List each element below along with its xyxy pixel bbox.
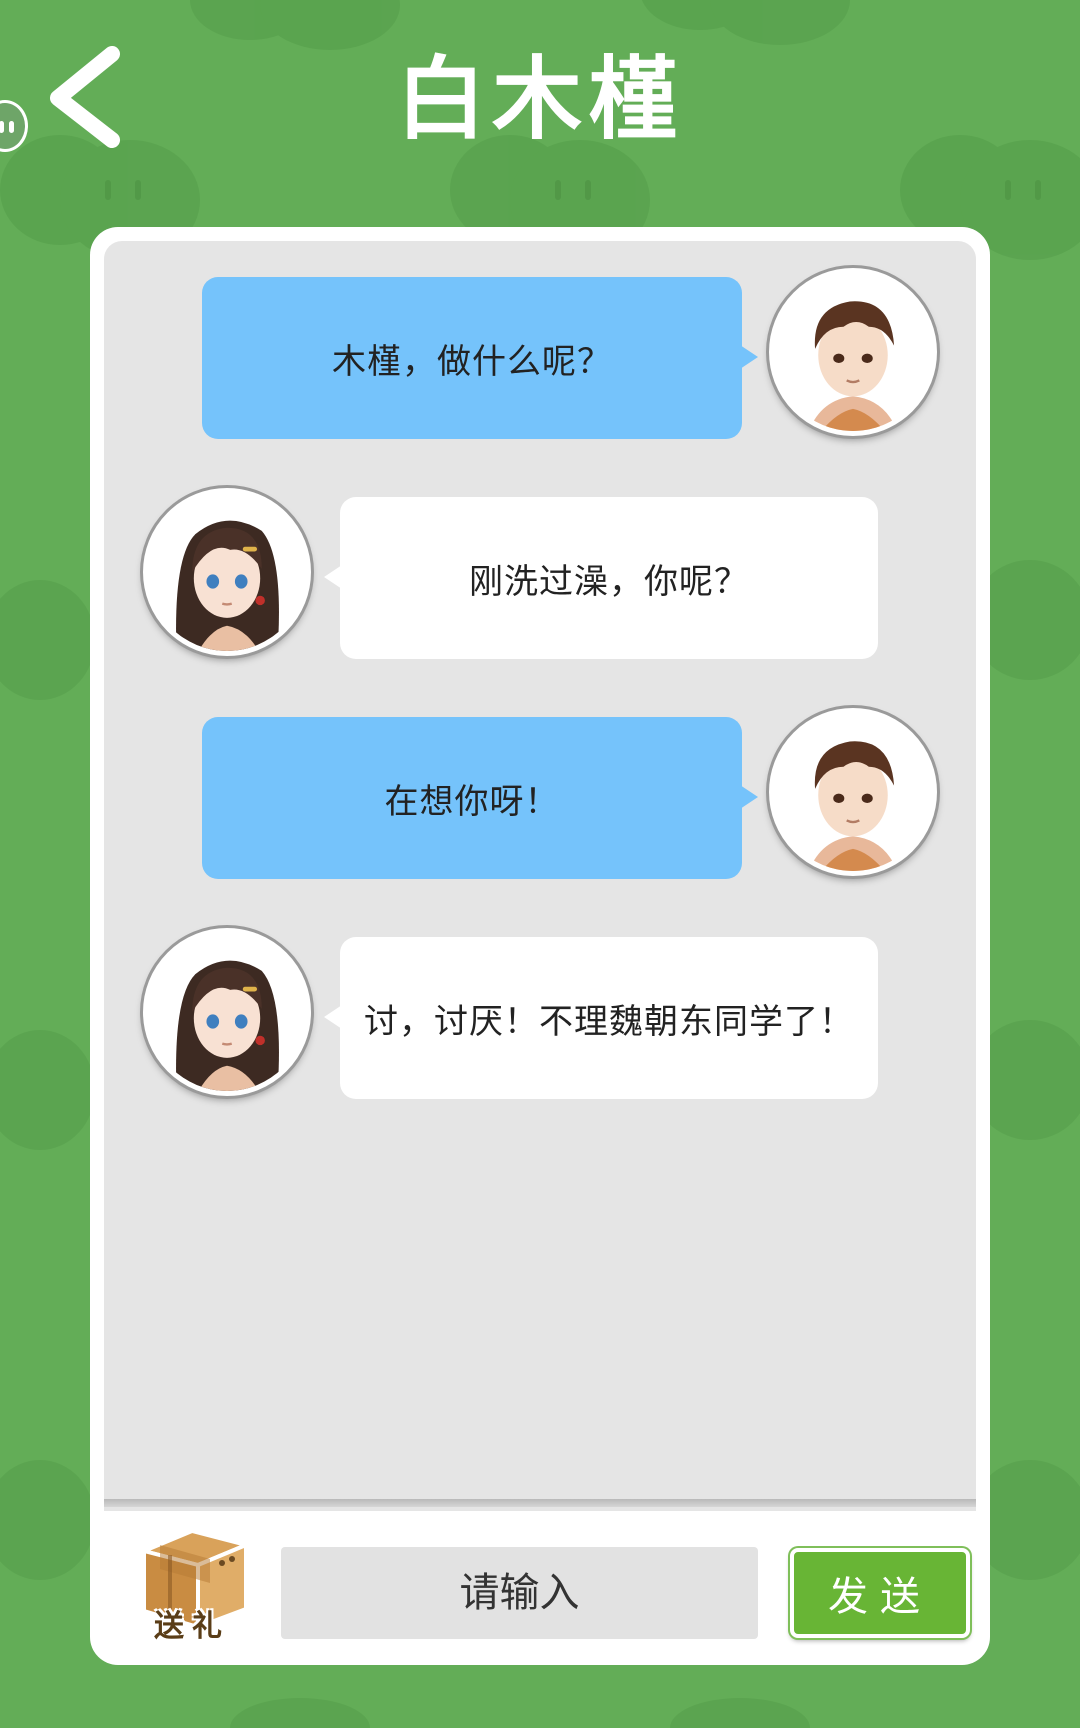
girl-avatar-icon — [148, 493, 306, 651]
message-bubble-incoming: 讨，讨厌！不理魏朝东同学了！ — [324, 937, 878, 1099]
girl-avatar-icon — [148, 933, 306, 1091]
gift-button[interactable]: 送礼 — [130, 1523, 254, 1647]
message-bubble-outgoing: 木槿，做什么呢？ — [202, 277, 758, 439]
message-text: 木槿，做什么呢？ — [332, 341, 612, 382]
divider — [104, 1499, 976, 1507]
avatar-boy[interactable] — [769, 268, 937, 436]
message-text: 刚洗过澡，你呢？ — [469, 561, 749, 602]
boy-avatar-icon — [774, 273, 932, 431]
send-button-label: 发送 — [828, 1574, 932, 1620]
message-bubble-outgoing: 在想你呀！ — [202, 717, 758, 879]
avatar-girl[interactable] — [143, 488, 311, 656]
message-input[interactable] — [281, 1547, 758, 1639]
send-button[interactable]: 发送 — [790, 1548, 970, 1638]
avatar-girl[interactable] — [143, 928, 311, 1096]
message-bubble-incoming: 刚洗过澡，你呢？ — [324, 497, 878, 659]
boy-avatar-icon — [774, 713, 932, 871]
message-text: 在想你呀！ — [384, 781, 560, 822]
message-text: 讨，讨厌！不理魏朝东同学了！ — [364, 1001, 854, 1042]
page-title: 白木槿 — [396, 47, 684, 152]
gift-label: 送礼 — [154, 1609, 230, 1644]
avatar-boy[interactable] — [769, 708, 937, 876]
